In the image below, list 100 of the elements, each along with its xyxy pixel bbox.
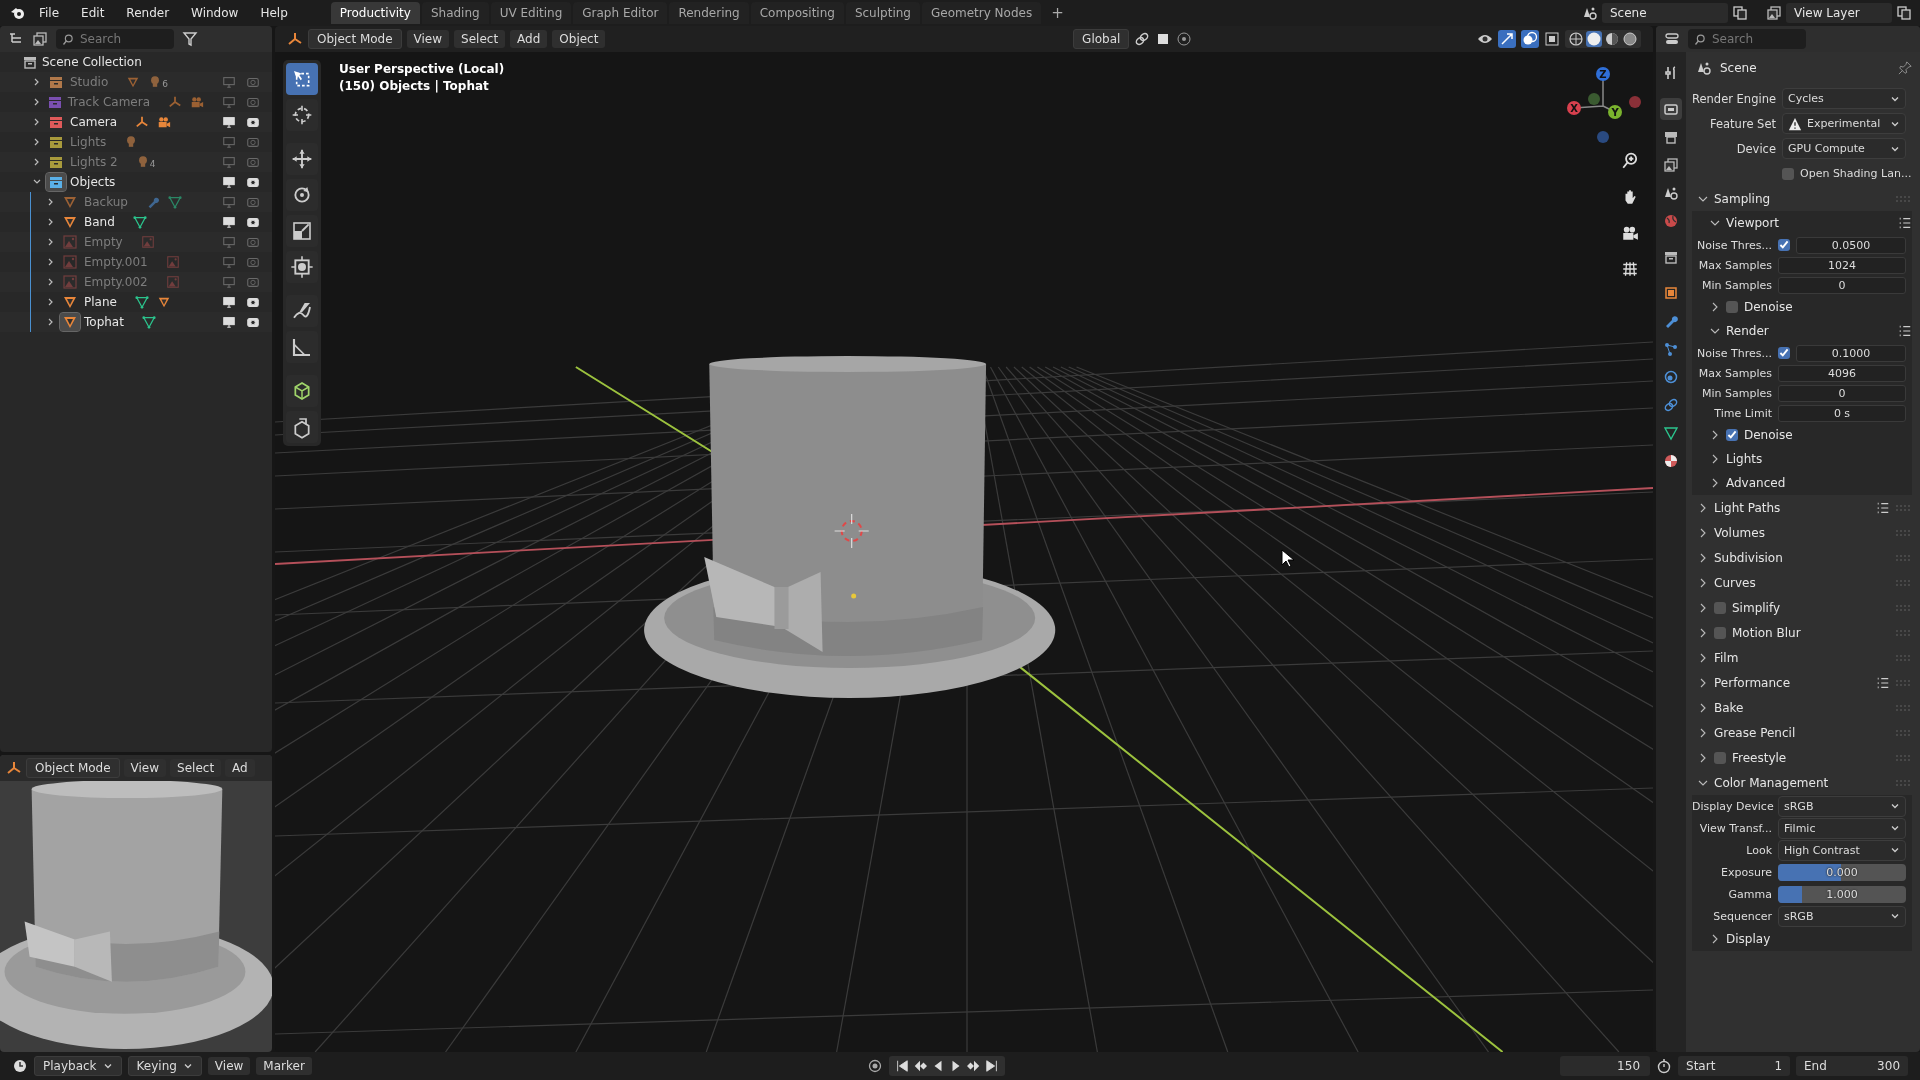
link-icon[interactable]	[1134, 31, 1151, 47]
chevron-icon[interactable]	[1698, 527, 1708, 538]
number-field[interactable]: 0.0500	[1796, 236, 1906, 254]
slider[interactable]: 1.000	[1778, 885, 1906, 903]
search-field[interactable]: Search	[56, 29, 174, 49]
next-keyframe-icon[interactable]	[966, 1059, 981, 1073]
prev-keyframe-icon[interactable]	[912, 1059, 927, 1073]
menu-item[interactable]: Window	[182, 4, 248, 22]
panel-title[interactable]: Light Paths	[1714, 500, 1781, 515]
menu-item[interactable]: Keying	[127, 1056, 202, 1076]
scene-field[interactable]: Scene	[1602, 3, 1728, 23]
end-frame-field[interactable]: End 300	[1796, 1056, 1908, 1076]
transform-tool[interactable]	[286, 251, 318, 283]
chevron-icon[interactable]	[1698, 577, 1708, 588]
select-box-tool[interactable]	[286, 63, 318, 95]
panel-title[interactable]: Color Management	[1714, 775, 1829, 790]
checkbox[interactable]	[1726, 429, 1738, 441]
chevron-icon[interactable]	[1710, 218, 1720, 228]
scene-icon[interactable]	[1582, 5, 1598, 21]
dropdown[interactable]: sRGB	[1778, 795, 1906, 817]
chevron-icon[interactable]	[1710, 302, 1720, 312]
search-field[interactable]: Search	[1688, 29, 1806, 49]
checkbox[interactable]	[1778, 239, 1790, 251]
object-type-icon[interactable]	[46, 173, 66, 191]
drag-handle-icon[interactable]	[1896, 195, 1910, 202]
chevron-icon[interactable]	[1698, 627, 1708, 638]
x-ray-icon[interactable]	[1544, 31, 1560, 47]
workspace-tab[interactable]: Productivity	[330, 2, 420, 24]
camera-icon[interactable]	[246, 115, 260, 129]
drag-handle-icon[interactable]	[1896, 779, 1910, 786]
dropdown[interactable]: High Contrast	[1778, 839, 1906, 861]
tree-item[interactable]: Band	[84, 215, 115, 229]
proportional-edit-icon[interactable]	[1176, 31, 1193, 47]
chevron-icon[interactable]	[1710, 430, 1720, 440]
crosshair-tool[interactable]	[286, 99, 318, 131]
panel-title[interactable]: Advanced	[1726, 476, 1786, 490]
chevron-icon[interactable]	[1698, 652, 1708, 663]
panel-title[interactable]: Bake	[1714, 700, 1744, 715]
drag-handle-icon[interactable]	[1896, 679, 1910, 686]
menu-item[interactable]: Object	[552, 30, 606, 48]
tree-item[interactable]: Empty	[84, 235, 123, 249]
view-layer-field[interactable]: View Layer	[1786, 3, 1892, 23]
add-workspace-button[interactable]: +	[1043, 4, 1072, 22]
panel-title[interactable]: Sampling	[1714, 191, 1771, 206]
chevron-icon[interactable]	[1698, 702, 1708, 713]
tree-item[interactable]: Objects	[70, 175, 116, 189]
editor-type-icon[interactable]	[6, 760, 22, 776]
camera-icon[interactable]	[246, 315, 260, 329]
panel-title[interactable]: Volumes	[1714, 525, 1765, 540]
chevron-icon[interactable]	[1698, 502, 1708, 513]
panel-title[interactable]: Denoise	[1744, 428, 1793, 442]
orientation-dropdown[interactable]: Global	[1073, 29, 1130, 49]
axis-ball[interactable]: Y	[1608, 105, 1622, 119]
list-icon[interactable]	[1898, 216, 1912, 230]
image-stack-icon[interactable]	[1766, 5, 1782, 21]
panel-title[interactable]: Performance	[1714, 675, 1791, 690]
menu-item[interactable]: View	[123, 759, 167, 777]
tree-item[interactable]: Backup	[84, 195, 128, 209]
panel-title[interactable]: Display	[1726, 932, 1771, 946]
panel-title[interactable]: Grease Pencil	[1714, 725, 1796, 740]
tree-item[interactable]: Lights 2	[70, 155, 118, 169]
panel-title[interactable]: Viewport	[1726, 216, 1780, 230]
zoom-icon[interactable]	[1621, 152, 1639, 170]
drag-handle-icon[interactable]	[1896, 754, 1910, 761]
chevron-icon[interactable]	[1698, 602, 1708, 613]
menu-item[interactable]: Select	[454, 30, 506, 48]
object-type-icon[interactable]	[60, 313, 80, 331]
panel-title[interactable]: Simplify	[1732, 600, 1781, 615]
menu-item[interactable]: Add	[510, 30, 548, 48]
chevron-icon[interactable]	[1710, 326, 1720, 336]
shaded-sphere-icon[interactable]	[1622, 31, 1638, 47]
list-icon[interactable]	[1876, 675, 1890, 690]
panel-title[interactable]: Denoise	[1744, 300, 1793, 314]
clock-icon[interactable]	[12, 1058, 28, 1074]
menu-item[interactable]: View	[406, 30, 450, 48]
monitor-icon[interactable]	[222, 215, 236, 229]
copy-icon[interactable]	[1896, 5, 1912, 21]
panel-title[interactable]: Subdivision	[1714, 550, 1783, 565]
number-field[interactable]: 4096	[1778, 364, 1906, 382]
move-arrows-tool[interactable]	[286, 143, 318, 175]
monitor-icon[interactable]	[222, 315, 236, 329]
chevron-icon[interactable]	[1698, 727, 1708, 738]
scale-tool[interactable]	[286, 215, 318, 247]
workspace-tab[interactable]: UV Editing	[490, 2, 572, 24]
camera-icon[interactable]	[246, 175, 260, 189]
number-field[interactable]: 0 s	[1778, 404, 1906, 422]
editor-type-icon[interactable]	[287, 31, 303, 47]
tree-item[interactable]: Empty.001	[84, 255, 148, 269]
menu-item[interactable]: Edit	[72, 4, 114, 22]
menu-item[interactable]: Select	[170, 759, 222, 777]
menu-item[interactable]: Help	[251, 4, 297, 22]
menu-item[interactable]: File	[30, 4, 69, 22]
jump-end-icon[interactable]	[984, 1059, 999, 1073]
checkbox-label[interactable]: Open Shading Lan...	[1800, 167, 1912, 180]
tree-item[interactable]: Empty.002	[84, 275, 148, 289]
rotate-tool[interactable]	[286, 179, 318, 211]
image-stack-icon[interactable]	[32, 31, 48, 47]
chevron-icon[interactable]	[1698, 552, 1708, 563]
monitor-icon[interactable]	[222, 175, 236, 189]
logo-icon[interactable]	[10, 5, 26, 21]
